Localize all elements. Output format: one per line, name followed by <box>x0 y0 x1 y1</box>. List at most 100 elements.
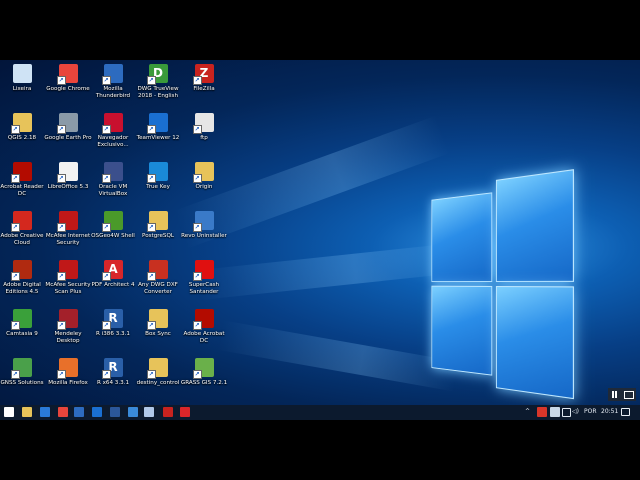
volume-icon[interactable]: ◁) <box>572 408 579 415</box>
file-icon: ↗ <box>192 113 214 134</box>
shortcut-arrow-icon: ↗ <box>146 125 156 134</box>
app-icon[interactable] <box>144 407 154 417</box>
shortcut-arrow-icon: ↗ <box>101 174 111 183</box>
desktop-icon[interactable]: ↗ GRASS GIS 7.2.1 <box>177 358 231 387</box>
shortcut-arrow-icon: ↗ <box>101 223 111 232</box>
firefox-icon: ↗ <box>56 358 78 379</box>
start-icon[interactable] <box>4 407 14 417</box>
desktop-icon-label: Origin <box>195 184 213 190</box>
shortcut-arrow-icon: ↗ <box>146 321 156 330</box>
pause-icon[interactable] <box>612 391 614 398</box>
word-icon[interactable] <box>110 407 120 417</box>
network-icon[interactable] <box>562 408 571 417</box>
folder-icon: ↗ <box>10 113 32 134</box>
shortcut-arrow-icon: ↗ <box>56 223 66 232</box>
revo-uninstaller-icon: ↗ <box>192 211 214 232</box>
shortcut-arrow-icon: ↗ <box>56 370 66 379</box>
virtualbox-icon: ↗ <box>101 162 123 183</box>
pdf-architect-icon: A ↗ <box>101 260 123 281</box>
shortcut-arrow-icon: ↗ <box>10 174 20 183</box>
folder-icon: ↗ <box>146 211 168 232</box>
r-icon: R ↗ <box>101 358 123 379</box>
pdf-architect-icon[interactable] <box>180 407 190 417</box>
shortcut-arrow-icon: ↗ <box>10 125 20 134</box>
gnss-icon: ↗ <box>10 358 32 379</box>
store-icon[interactable] <box>40 407 50 417</box>
shortcut-arrow-icon: ↗ <box>192 370 202 379</box>
windows-logo <box>431 169 574 400</box>
tray-app-icon[interactable] <box>537 407 547 417</box>
recycle-bin-icon <box>12 64 32 83</box>
folder-icon: ↗ <box>146 358 168 379</box>
desktop-icon[interactable]: ↗ ftp <box>177 113 231 142</box>
mcafee-icon: ↗ <box>56 211 78 232</box>
shortcut-arrow-icon: ↗ <box>192 174 202 183</box>
teamviewer-icon: ↗ <box>146 113 168 134</box>
shortcut-arrow-icon: ↗ <box>101 370 111 379</box>
navegador-icon: ↗ <box>101 113 123 134</box>
desktop-icon-label: Revo Uninstaller <box>181 233 227 239</box>
shortcut-arrow-icon: ↗ <box>146 76 156 85</box>
light-beam <box>217 320 459 392</box>
shortcut-arrow-icon: ↗ <box>146 370 156 379</box>
desktop-icon[interactable]: Z ↗ FileZilla <box>177 64 231 93</box>
desktop: Lixeira ↗ Google Chrome ↗ Mozilla Thunderbir… <box>0 60 640 420</box>
creative-cloud-icon: ↗ <box>10 211 32 232</box>
shortcut-arrow-icon: ↗ <box>146 223 156 232</box>
video-controls[interactable] <box>608 388 636 401</box>
chevron-up-icon[interactable]: ^ <box>525 408 530 415</box>
shortcut-arrow-icon: ↗ <box>56 125 66 134</box>
app-icon[interactable] <box>128 407 138 417</box>
dwg-converter-icon: ↗ <box>146 260 168 281</box>
shortcut-arrow-icon: ↗ <box>56 76 66 85</box>
acrobat-reader-icon: ↗ <box>10 162 32 183</box>
grass-gis-icon: ↗ <box>192 358 214 379</box>
desktop-icon-label: Adobe Acrobat DC <box>183 331 225 344</box>
camtasia-icon: ↗ <box>10 309 32 330</box>
desktop-icon[interactable]: ↗ Adobe Acrobat DC <box>177 309 231 344</box>
desktop-icon[interactable]: ↗ Revo Uninstaller <box>177 211 231 240</box>
r-icon: R ↗ <box>101 309 123 330</box>
filezilla-icon[interactable] <box>163 407 173 417</box>
light-beam <box>198 242 461 300</box>
chrome-icon[interactable] <box>58 407 68 417</box>
true-key-icon: ↗ <box>146 162 168 183</box>
tray-app-icon[interactable] <box>550 407 560 417</box>
shortcut-arrow-icon: ↗ <box>10 321 20 330</box>
shortcut-arrow-icon: ↗ <box>192 321 202 330</box>
shortcut-arrow-icon: ↗ <box>192 76 202 85</box>
filezilla-icon: Z ↗ <box>192 64 214 85</box>
shortcut-arrow-icon: ↗ <box>101 321 111 330</box>
box-sync-icon: ↗ <box>146 309 168 330</box>
shortcut-arrow-icon: ↗ <box>10 223 20 232</box>
desktop-icon[interactable]: ↗ SuperCash Santander <box>177 260 231 295</box>
clock[interactable]: 20:51 <box>601 408 618 415</box>
santander-icon: ↗ <box>192 260 214 281</box>
language-indicator[interactable]: POR <box>584 408 597 415</box>
chrome-icon: ↗ <box>56 64 78 85</box>
shortcut-arrow-icon: ↗ <box>56 174 66 183</box>
desktop-icon-label: ftp <box>200 135 208 141</box>
thunderbird-icon[interactable] <box>74 407 84 417</box>
shortcut-arrow-icon: ↗ <box>192 125 202 134</box>
desktop-icon-label: GRASS GIS 7.2.1 <box>180 380 228 386</box>
shortcut-arrow-icon: ↗ <box>56 321 66 330</box>
osgeo-icon: ↗ <box>101 211 123 232</box>
mcafee-icon: ↗ <box>56 260 78 281</box>
desktop-icon[interactable]: ↗ Origin <box>177 162 231 191</box>
notifications-icon[interactable] <box>621 408 630 416</box>
mendeley-icon: ↗ <box>56 309 78 330</box>
file-explorer-icon[interactable] <box>22 407 32 417</box>
acrobat-dc-icon: ↗ <box>192 309 214 330</box>
settings-icon[interactable] <box>92 407 102 417</box>
shortcut-arrow-icon: ↗ <box>10 370 20 379</box>
thunderbird-icon: ↗ <box>101 64 123 85</box>
taskbar: ^ ◁) POR 20:51 <box>0 405 640 420</box>
shortcut-arrow-icon: ↗ <box>10 272 20 281</box>
desktop-icon-label: FileZilla <box>193 86 215 92</box>
screen-icon[interactable] <box>624 391 634 399</box>
shortcut-arrow-icon: ↗ <box>101 272 111 281</box>
shortcut-arrow-icon: ↗ <box>56 272 66 281</box>
shortcut-arrow-icon: ↗ <box>101 76 111 85</box>
google-earth-icon: ↗ <box>56 113 78 134</box>
